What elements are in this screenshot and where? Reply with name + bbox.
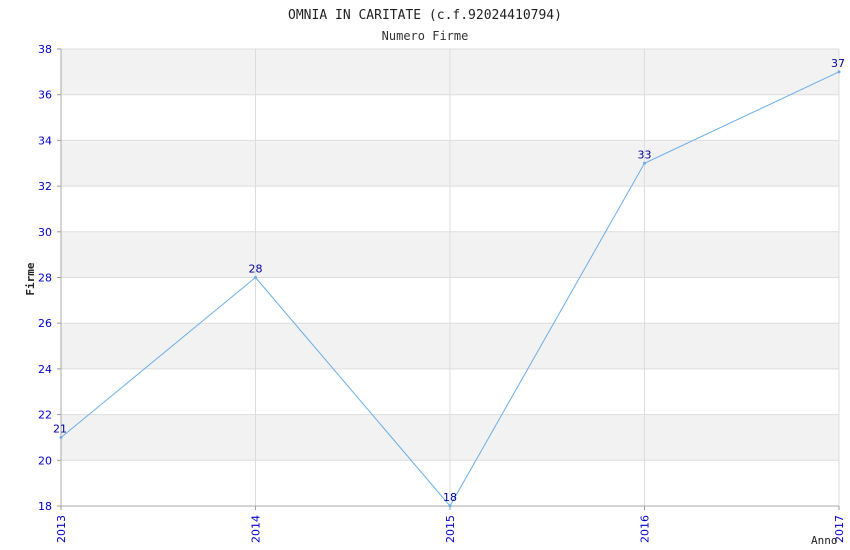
y-tick-label: 26 — [38, 317, 52, 330]
y-tick-label: 30 — [38, 226, 52, 239]
chart-title: OMNIA IN CARITATE (c.f.92024410794) — [288, 8, 562, 23]
y-tick-label: 28 — [38, 272, 52, 285]
y-axis-title: Firme — [24, 262, 37, 295]
data-label: 28 — [249, 263, 263, 276]
data-point — [837, 70, 841, 74]
y-tick-label: 38 — [38, 43, 52, 56]
y-tick-label: 32 — [38, 180, 52, 193]
data-label: 37 — [831, 57, 845, 70]
data-label: 33 — [638, 148, 652, 161]
y-tick-labels: 18 20 22 24 26 28 30 32 34 36 38 — [38, 43, 52, 513]
x-tick-label: 2014 — [250, 515, 263, 543]
chart-subtitle: Numero Firme — [382, 29, 469, 43]
data-point — [448, 504, 452, 508]
data-point — [643, 161, 646, 165]
x-tick-label: 2015 — [444, 515, 457, 543]
y-tick-label: 22 — [38, 409, 52, 422]
data-label: 21 — [53, 422, 67, 435]
y-tick-label: 34 — [38, 134, 52, 147]
data-point — [254, 276, 257, 279]
x-tick-labels: 2013 2014 2015 2016 2017 — [55, 515, 846, 543]
y-tick-label: 18 — [38, 500, 52, 513]
data-label: 18 — [443, 491, 457, 504]
y-tick-label: 36 — [38, 89, 52, 102]
data-point — [59, 435, 63, 439]
x-tick-label: 2016 — [639, 515, 652, 543]
chart: 18 20 22 24 26 28 30 32 34 36 38 2013 2014 2015 2016 2… — [24, 8, 846, 547]
x-tick-label: 2013 — [55, 515, 68, 543]
x-axis-title: Anno — [811, 534, 838, 547]
y-tick-label: 20 — [38, 454, 52, 467]
y-tick-label: 24 — [38, 363, 52, 376]
